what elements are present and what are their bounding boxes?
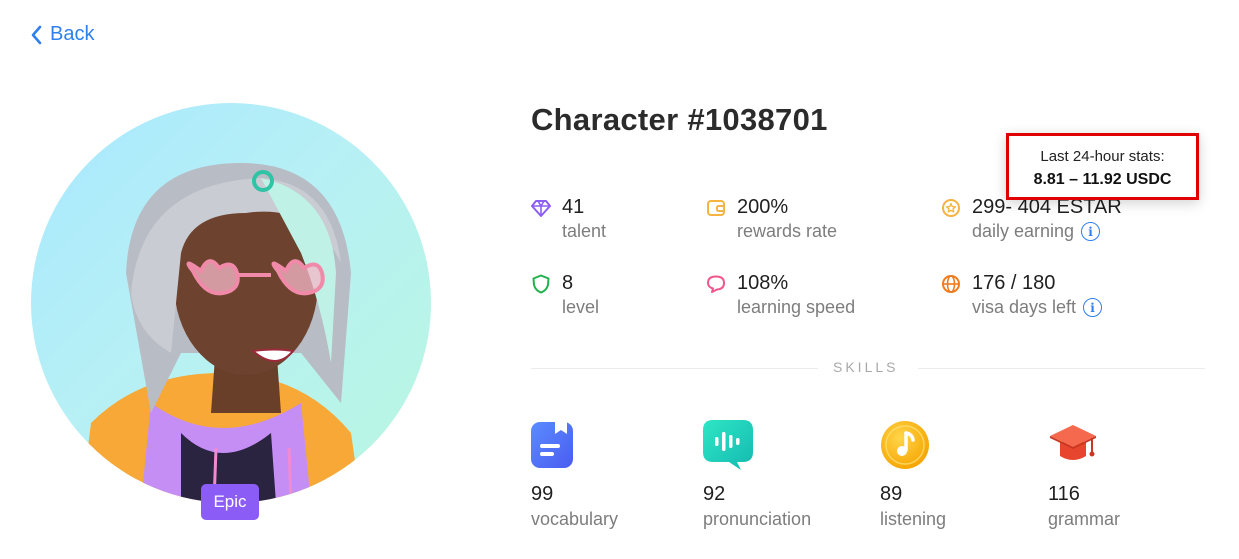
rarity-badge: Epic xyxy=(201,484,259,520)
grammar-value: 116 xyxy=(1048,483,1080,505)
visa-days-info-icon[interactable]: i xyxy=(1083,298,1103,317)
skills-heading: SKILLS xyxy=(833,359,899,375)
back-label: Back xyxy=(50,23,95,45)
diamond-icon xyxy=(531,200,551,217)
earnings-tooltip: Last 24-hour stats: 8.81 – 11.92 USDC xyxy=(1006,133,1199,200)
talent-label: talent xyxy=(562,221,607,241)
back-link[interactable]: Back xyxy=(30,23,94,46)
learning-speed-label: learning speed xyxy=(737,297,856,317)
character-illustration xyxy=(81,163,361,503)
talent-value: 41 xyxy=(562,196,585,218)
rewards-rate-value: 200% xyxy=(737,196,789,218)
graduation-cap-icon xyxy=(1050,425,1096,460)
listening-value: 89 xyxy=(880,483,903,505)
vocabulary-book-icon xyxy=(531,420,573,468)
vocabulary-value: 99 xyxy=(531,483,554,505)
skill-vocabulary: 99 vocabulary xyxy=(531,420,618,529)
sound-wave-chat-icon xyxy=(703,420,753,470)
shield-icon xyxy=(532,274,550,294)
grammar-label: grammar xyxy=(1048,509,1121,529)
pronunciation-value: 92 xyxy=(703,483,726,505)
skill-listening: 89 listening xyxy=(880,420,946,529)
music-note-icon xyxy=(881,421,929,469)
learning-speed-value: 108% xyxy=(737,272,789,294)
chevron-left-icon xyxy=(31,25,42,44)
wallet-icon xyxy=(707,200,725,216)
daily-earning-label: daily earning i xyxy=(972,221,1101,242)
vocabulary-label: vocabulary xyxy=(531,509,619,529)
character-avatar xyxy=(31,103,431,503)
skill-pronunciation: 92 pronunciation xyxy=(703,420,811,529)
level-label: level xyxy=(562,297,600,317)
visa-days-value: 176 / 180 xyxy=(972,272,1056,294)
skill-grammar: 116 grammar xyxy=(1048,420,1120,529)
tooltip-value: 8.81 – 11.92 USDC xyxy=(1033,171,1172,188)
globe-icon xyxy=(942,275,960,293)
tooltip-title: Last 24-hour stats: xyxy=(1040,148,1165,165)
speech-bubble-icon xyxy=(707,275,725,293)
rewards-rate-label: rewards rate xyxy=(737,221,838,241)
daily-earning-info-icon[interactable]: i xyxy=(1081,222,1101,241)
pronunciation-label: pronunciation xyxy=(703,509,812,529)
page-title: Character #1038701 xyxy=(531,102,828,137)
level-value: 8 xyxy=(562,272,574,294)
listening-label: listening xyxy=(880,509,947,529)
coin-star-icon xyxy=(942,199,960,217)
visa-days-label: visa days left i xyxy=(972,297,1103,318)
